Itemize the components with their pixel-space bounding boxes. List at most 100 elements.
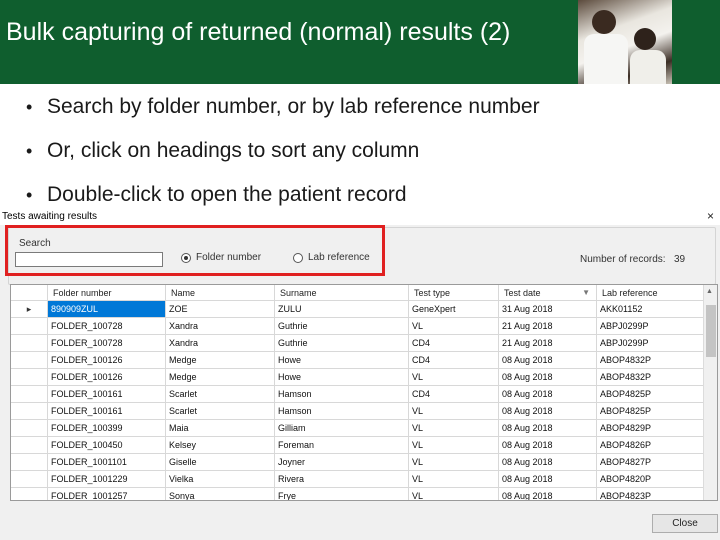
cell-test-type[interactable]: VL: [408, 402, 499, 420]
scroll-up-icon[interactable]: ▲: [706, 288, 713, 295]
cell-test-date[interactable]: 08 Aug 2018: [498, 487, 597, 500]
table-row[interactable]: FOLDER_100728 Xandra Guthrie CD4 21 Aug 2018…: [11, 334, 704, 352]
cell-surname[interactable]: ZULU: [274, 300, 409, 318]
table-row[interactable]: FOLDER_100126 Medge Howe CD4 08 Aug 2018 ABOP…: [11, 351, 704, 369]
cell-name[interactable]: Medge: [165, 368, 275, 386]
cell-surname[interactable]: Foreman: [274, 436, 409, 454]
cell-lab-reference[interactable]: AKK01152: [596, 300, 704, 318]
cell-folder-number[interactable]: FOLDER_100126: [47, 351, 166, 369]
row-header[interactable]: [11, 470, 48, 488]
row-header[interactable]: [11, 487, 48, 500]
cell-folder-number[interactable]: FOLDER_1001257: [47, 487, 166, 500]
cell-surname[interactable]: Rivera: [274, 470, 409, 488]
cell-name[interactable]: Maia: [165, 419, 275, 437]
cell-lab-reference[interactable]: ABOP4820P: [596, 470, 704, 488]
cell-test-type[interactable]: VL: [408, 487, 499, 500]
cell-folder-number[interactable]: FOLDER_100126: [47, 368, 166, 386]
table-row[interactable]: FOLDER_1001229 Vielka Rivera VL 08 Aug 2018 A…: [11, 470, 704, 488]
cell-surname[interactable]: Howe: [274, 368, 409, 386]
cell-folder-number[interactable]: FOLDER_1001101: [47, 453, 166, 471]
cell-test-date[interactable]: 21 Aug 2018: [498, 317, 597, 335]
cell-test-type[interactable]: VL: [408, 470, 499, 488]
cell-test-date[interactable]: 08 Aug 2018: [498, 402, 597, 420]
scroll-thumb[interactable]: [706, 305, 716, 357]
cell-name[interactable]: Kelsey: [165, 436, 275, 454]
row-header[interactable]: [11, 436, 48, 454]
cell-test-date[interactable]: 08 Aug 2018: [498, 351, 597, 369]
row-header[interactable]: [11, 419, 48, 437]
cell-surname[interactable]: Frye: [274, 487, 409, 500]
cell-surname[interactable]: Guthrie: [274, 334, 409, 352]
column-header-test-type[interactable]: Test type: [408, 285, 499, 301]
close-button[interactable]: Close: [652, 514, 718, 533]
cell-name[interactable]: Xandra: [165, 334, 275, 352]
cell-folder-number[interactable]: FOLDER_100450: [47, 436, 166, 454]
cell-folder-number[interactable]: FOLDER_100728: [47, 317, 166, 335]
row-header[interactable]: [11, 385, 48, 403]
cell-test-date[interactable]: 08 Aug 2018: [498, 470, 597, 488]
cell-name[interactable]: Xandra: [165, 317, 275, 335]
row-header[interactable]: [11, 351, 48, 369]
cell-surname[interactable]: Howe: [274, 351, 409, 369]
row-header[interactable]: [11, 453, 48, 471]
cell-test-date[interactable]: 08 Aug 2018: [498, 385, 597, 403]
cell-test-type[interactable]: VL: [408, 368, 499, 386]
row-header[interactable]: [11, 334, 48, 352]
cell-test-date[interactable]: 08 Aug 2018: [498, 436, 597, 454]
cell-test-type[interactable]: VL: [408, 436, 499, 454]
table-row[interactable]: FOLDER_100161 Scarlet Hamson CD4 08 Aug 2018…: [11, 385, 704, 403]
row-header[interactable]: [11, 317, 48, 335]
cell-name[interactable]: ZOE: [165, 300, 275, 318]
cell-surname[interactable]: Hamson: [274, 402, 409, 420]
table-row[interactable]: FOLDER_100126 Medge Howe VL 08 Aug 2018 ABOP4…: [11, 368, 704, 386]
column-header-test-date[interactable]: Test date ▼: [498, 285, 597, 301]
row-header[interactable]: [11, 402, 48, 420]
window-close-icon[interactable]: ×: [707, 209, 714, 223]
table-row[interactable]: FOLDER_100450 Kelsey Foreman VL 08 Aug 2018 A…: [11, 436, 704, 454]
cell-lab-reference[interactable]: ABOP4832P: [596, 351, 704, 369]
cell-lab-reference[interactable]: ABOP4823P: [596, 487, 704, 500]
cell-name[interactable]: Scarlet: [165, 385, 275, 403]
cell-test-date[interactable]: 21 Aug 2018: [498, 334, 597, 352]
table-row[interactable]: FOLDER_1001101 Giselle Joyner VL 08 Aug 2018…: [11, 453, 704, 471]
cell-name[interactable]: Giselle: [165, 453, 275, 471]
cell-test-type[interactable]: VL: [408, 419, 499, 437]
cell-name[interactable]: Scarlet: [165, 402, 275, 420]
cell-test-type[interactable]: VL: [408, 453, 499, 471]
cell-lab-reference[interactable]: ABOP4826P: [596, 436, 704, 454]
table-row[interactable]: FOLDER_100728 Xandra Guthrie VL 21 Aug 2018 A…: [11, 317, 704, 335]
cell-folder-number[interactable]: FOLDER_100161: [47, 402, 166, 420]
column-header-name[interactable]: Name: [165, 285, 275, 301]
cell-test-date[interactable]: 08 Aug 2018: [498, 419, 597, 437]
cell-lab-reference[interactable]: ABOP4827P: [596, 453, 704, 471]
cell-name[interactable]: Medge: [165, 351, 275, 369]
cell-test-type[interactable]: CD4: [408, 334, 499, 352]
cell-name[interactable]: Sonya: [165, 487, 275, 500]
cell-name[interactable]: Vielka: [165, 470, 275, 488]
cell-test-type[interactable]: VL: [408, 317, 499, 335]
cell-test-type[interactable]: CD4: [408, 385, 499, 403]
column-header-folder-number[interactable]: Folder number: [47, 285, 166, 301]
cell-lab-reference[interactable]: ABOP4829P: [596, 419, 704, 437]
cell-folder-number[interactable]: 890909ZUL: [47, 300, 166, 318]
table-row[interactable]: FOLDER_1001257 Sonya Frye VL 08 Aug 2018 ABOP…: [11, 487, 704, 500]
cell-folder-number[interactable]: FOLDER_100399: [47, 419, 166, 437]
row-header[interactable]: [11, 368, 48, 386]
cell-test-date[interactable]: 08 Aug 2018: [498, 453, 597, 471]
cell-surname[interactable]: Hamson: [274, 385, 409, 403]
cell-surname[interactable]: Joyner: [274, 453, 409, 471]
cell-folder-number[interactable]: FOLDER_100728: [47, 334, 166, 352]
table-row[interactable]: ▸ 890909ZUL ZOE ZULU GeneXpert 31 Aug 2018 AKK…: [11, 300, 704, 318]
row-pointer-icon[interactable]: ▸: [11, 300, 48, 318]
cell-test-date[interactable]: 08 Aug 2018: [498, 368, 597, 386]
table-row[interactable]: FOLDER_100399 Maia Gilliam VL 08 Aug 2018 ABO…: [11, 419, 704, 437]
vertical-scrollbar[interactable]: ▲: [703, 285, 717, 500]
cell-lab-reference[interactable]: ABOP4825P: [596, 385, 704, 403]
column-header-lab-reference[interactable]: Lab reference: [596, 285, 704, 301]
cell-lab-reference[interactable]: ABPJ0299P: [596, 317, 704, 335]
cell-test-date[interactable]: 31 Aug 2018: [498, 300, 597, 318]
column-header-surname[interactable]: Surname: [274, 285, 409, 301]
cell-surname[interactable]: Gilliam: [274, 419, 409, 437]
cell-surname[interactable]: Guthrie: [274, 317, 409, 335]
cell-test-type[interactable]: CD4: [408, 351, 499, 369]
